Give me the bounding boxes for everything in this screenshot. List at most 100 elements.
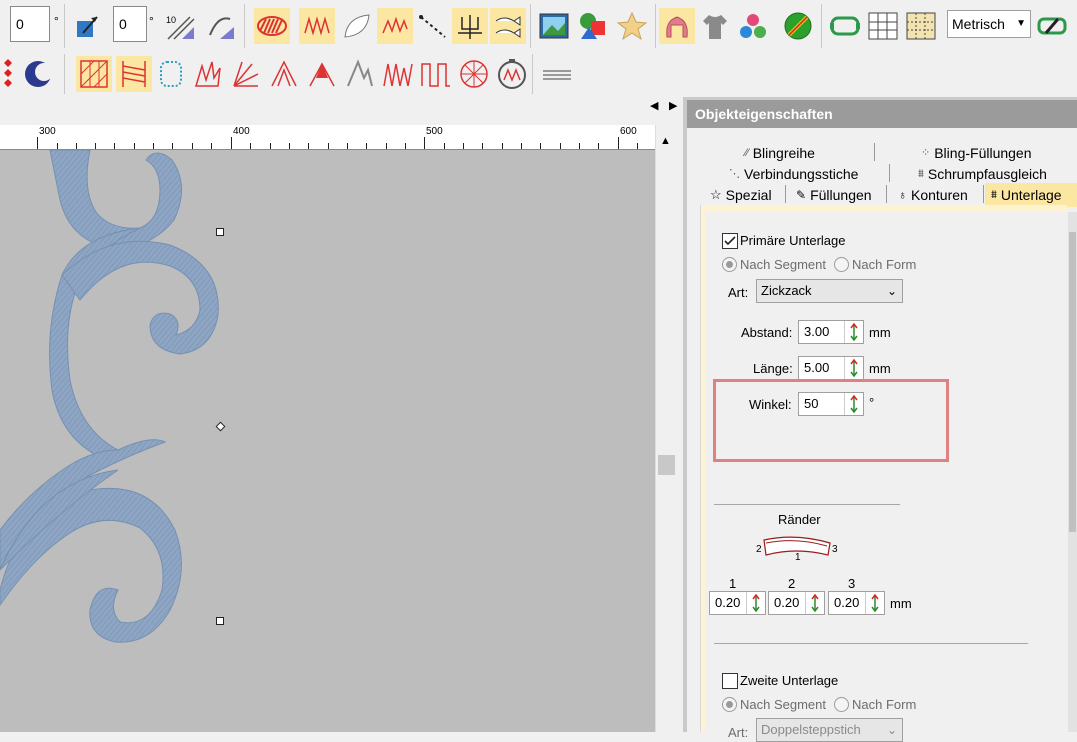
spinner-arrows-icon[interactable] (844, 321, 863, 343)
angle-tool-icon[interactable] (202, 8, 238, 44)
secondary-radio-form[interactable] (834, 697, 849, 712)
moon-icon[interactable] (20, 56, 56, 92)
secondary-art-select[interactable]: Doppelsteppstich ⌄ (756, 718, 903, 742)
panel-scrollbar[interactable] (1068, 212, 1077, 732)
dock-left-arrow-icon[interactable]: ◀ (650, 99, 658, 112)
tab-bling-fuellungen[interactable]: ⁘ Bling-Füllungen (921, 143, 1032, 163)
wave-icon[interactable] (380, 56, 416, 92)
art-select[interactable]: Zickzack ⌄ (756, 279, 903, 303)
zigzag-fill-icon[interactable] (299, 8, 335, 44)
motif-fill-icon[interactable] (377, 8, 413, 44)
embroidery-design[interactable] (0, 150, 655, 732)
selection-handle[interactable] (216, 617, 224, 625)
edges-unit: mm (890, 596, 912, 611)
star-icon[interactable] (614, 8, 650, 44)
tab-label: Bling-Füllungen (934, 145, 1032, 161)
edges-diagram-label-2: 2 (756, 544, 762, 555)
spinner-arrows-icon[interactable] (844, 357, 863, 379)
tab-schrumpfausgleich[interactable]: ⩩ Schrumpfausgleich (918, 164, 1047, 184)
units-select-value: Metrisch (952, 16, 1005, 32)
abstand-label: Abstand: (741, 325, 793, 340)
selection-handle[interactable] (216, 228, 224, 236)
cross-stitch-icon[interactable] (153, 56, 189, 92)
fish-motif-icon[interactable] (490, 8, 526, 44)
stitch-direction-icon[interactable] (70, 8, 106, 44)
sweater-icon[interactable] (659, 8, 695, 44)
ladder-fill-icon[interactable] (116, 56, 152, 92)
dock-right-arrow-icon[interactable]: ▶ (669, 99, 677, 112)
primary-underlay-checkbox[interactable] (722, 233, 738, 249)
pen-icon[interactable] (1034, 8, 1070, 44)
svg-text:10: 10 (166, 15, 176, 25)
secondary-underlay-checkbox[interactable] (722, 673, 738, 689)
radial-icon[interactable] (456, 56, 492, 92)
edge-2-spinner[interactable]: 0.20 (768, 591, 825, 615)
bling-fill-icon: ⁘ (921, 147, 931, 159)
peak-icon[interactable] (266, 56, 302, 92)
primary-underlay-label: Primäre Unterlage (740, 233, 846, 248)
secondary-radio-segment-label: Nach Segment (740, 697, 826, 712)
spinner-arrows-icon[interactable] (844, 393, 863, 415)
tab-label: Verbindungsstiche (744, 166, 859, 182)
grid-icon[interactable] (865, 8, 901, 44)
triangle-icon[interactable] (304, 56, 340, 92)
laenge-spinner[interactable]: 5.00 (798, 356, 864, 380)
stripes-icon[interactable] (539, 56, 575, 92)
leaf-shape-icon[interactable] (339, 8, 375, 44)
edge-1-spinner[interactable]: 0.20 (709, 591, 766, 615)
scroll-up-icon[interactable]: ▲ (660, 135, 671, 147)
primary-radio-segment-label: Nach Segment (740, 257, 826, 272)
panel-scroll-thumb[interactable] (1069, 232, 1076, 532)
tab-verbindungsstiche[interactable]: ⋱ Verbindungsstiche (729, 164, 858, 184)
tab-unterlage[interactable]: ⩩ Unterlage (985, 183, 1077, 207)
divider (714, 504, 900, 505)
tab-spezial[interactable]: ☆ Spezial (710, 185, 772, 205)
canvas-scrollbar[interactable]: ▲ (655, 125, 678, 732)
panel-title: Objekteigenschaften (687, 100, 1077, 128)
abstand-unit: mm (869, 325, 891, 340)
grid-fill-icon[interactable] (76, 56, 112, 92)
check-icon (724, 236, 736, 246)
tab-label: Blingreihe (752, 145, 815, 161)
art-label: Art: (728, 285, 749, 300)
secondary-radio-segment[interactable] (722, 697, 737, 712)
double-peak-icon[interactable] (342, 56, 378, 92)
primary-radio-form[interactable] (834, 257, 849, 272)
connect-stitch-icon: ⋱ (729, 168, 740, 180)
value-field-a[interactable]: 0 (10, 6, 50, 42)
edge-3-spinner[interactable]: 0.20 (828, 591, 885, 615)
abstand-spinner[interactable]: 3.00 (798, 320, 864, 344)
square-wave-icon[interactable] (418, 56, 454, 92)
grid-alt-icon[interactable] (903, 8, 939, 44)
stitch-angle-icon[interactable]: 10 (162, 8, 198, 44)
scroll-thumb[interactable] (658, 455, 675, 475)
trident-icon[interactable] (452, 8, 488, 44)
shirt-icon[interactable] (697, 8, 733, 44)
spinner-arrows-icon[interactable] (746, 592, 765, 614)
tab-konturen[interactable]: ♁ Konturen (898, 185, 968, 205)
spinner-arrows-icon[interactable] (865, 592, 884, 614)
winkel-spinner[interactable]: 50 (798, 392, 864, 416)
shrink-comp-icon: ⩩ (918, 168, 924, 180)
hoop-icon[interactable] (827, 8, 863, 44)
running-stitch-icon[interactable] (415, 8, 451, 44)
no-entry-icon[interactable] (780, 8, 816, 44)
value-field-b[interactable]: 0 (113, 6, 147, 42)
spinner-arrows-icon[interactable] (805, 592, 824, 614)
satin-fill-icon[interactable] (254, 8, 290, 44)
art-select-value: Zickzack (761, 283, 812, 298)
picture-icon[interactable] (536, 8, 572, 44)
tab-fuellungen[interactable]: ✎ Füllungen (796, 185, 872, 205)
star-burst-icon[interactable] (190, 56, 226, 92)
tab-blingreihe[interactable]: ⁄⁄ Blingreihe (745, 143, 815, 163)
tab-label: Schrumpfausgleich (927, 166, 1047, 182)
color-balls-icon[interactable] (735, 8, 771, 44)
laenge-unit: mm (869, 361, 891, 376)
primary-radio-segment[interactable] (722, 257, 737, 272)
design-canvas[interactable] (0, 150, 655, 732)
hoop-stitch-icon[interactable] (494, 56, 530, 92)
secondary-underlay-label: Zweite Unterlage (740, 673, 839, 688)
fan-icon[interactable] (228, 56, 264, 92)
units-select[interactable]: Metrisch ▼ (947, 10, 1031, 38)
shapes-icon[interactable] (575, 8, 611, 44)
